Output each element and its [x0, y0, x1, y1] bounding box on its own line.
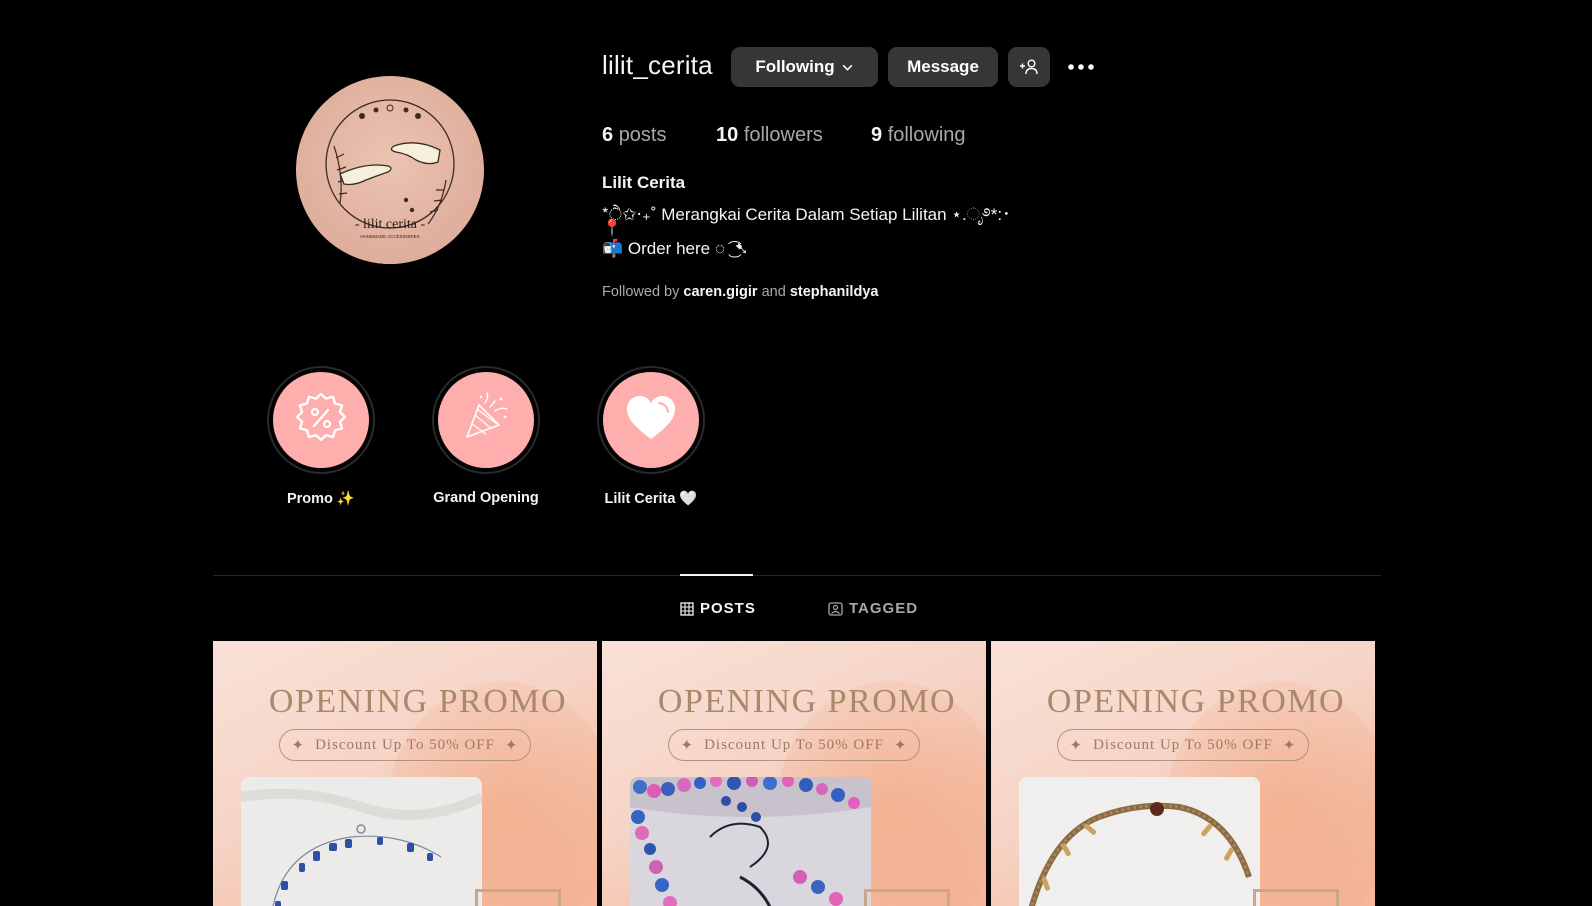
- followers-link[interactable]: 10 followers: [716, 124, 871, 147]
- bio-line: 📍: [602, 220, 622, 237]
- suggested-users-button[interactable]: [1008, 47, 1050, 87]
- profile-stats: 6 posts 10 followers 9 following: [602, 124, 966, 147]
- tab-tagged[interactable]: TAGGED: [828, 600, 918, 617]
- post-decoration: [475, 889, 561, 906]
- sparkle-icon: ✦: [504, 737, 519, 754]
- tabs-divider: [213, 575, 1381, 576]
- highlight-label: Promo ✨: [286, 491, 355, 507]
- svg-text:- lilit cerita -: - lilit cerita -: [355, 217, 426, 232]
- highlight-label: Lilit Cerita 🤍: [604, 491, 698, 507]
- posts-count: 6 posts: [602, 124, 667, 146]
- post-decoration: [864, 889, 950, 906]
- post-tile[interactable]: OPENING PROMO ✦ Discount Up To 50% OFF ✦: [602, 641, 986, 906]
- following-button[interactable]: Following: [731, 47, 878, 87]
- post-subtitle: ✦ Discount Up To 50% OFF ✦: [279, 729, 531, 761]
- profile-username: lilit_cerita: [602, 50, 713, 80]
- post-title: OPENING PROMO: [657, 683, 957, 720]
- post-decoration: [1253, 889, 1339, 906]
- post-title: OPENING PROMO: [1046, 683, 1346, 720]
- profile-full-name: Lilit Cerita: [602, 173, 686, 192]
- tab-label: POSTS: [700, 600, 756, 617]
- followed-by-user-link[interactable]: stephanildya: [790, 284, 879, 300]
- highlight-promo[interactable]: Promo ✨: [266, 366, 376, 507]
- followed-by: Followed by caren.gigir and stephanildya: [602, 284, 879, 300]
- highlight-grand-opening[interactable]: Grand Opening: [431, 366, 541, 506]
- post-subtitle: ✦ Discount Up To 50% OFF ✦: [668, 729, 920, 761]
- bio-line: 📬 Order here ◌ ͜͡ ➷: [602, 239, 749, 258]
- post-title: OPENING PROMO: [268, 683, 568, 720]
- add-user-icon: [1019, 58, 1039, 76]
- svg-text:HANDMADE ACCESSORIES: HANDMADE ACCESSORIES: [360, 234, 419, 239]
- active-tab-indicator: [680, 574, 753, 576]
- heart-icon: [625, 395, 677, 446]
- tab-label: TAGGED: [849, 600, 919, 617]
- sparkle-icon: ✦: [1282, 737, 1297, 754]
- chevron-down-icon: [841, 61, 854, 74]
- percent-badge-icon: [295, 392, 347, 448]
- following-button-label: Following: [755, 57, 835, 76]
- sparkle-icon: ✦: [680, 737, 695, 754]
- post-image: [1019, 777, 1260, 906]
- post-subtitle: ✦ Discount Up To 50% OFF ✦: [1057, 729, 1309, 761]
- profile-avatar[interactable]: - lilit cerita - HANDMADE ACCESSORIES: [296, 76, 484, 264]
- highlight-label: Grand Opening: [433, 490, 539, 506]
- grid-icon: [680, 601, 694, 616]
- party-popper-icon: [459, 391, 513, 450]
- tagged-icon: [828, 601, 843, 616]
- post-image: [241, 777, 482, 906]
- following-link[interactable]: 9 following: [871, 124, 966, 147]
- sparkle-icon: ✦: [893, 737, 908, 754]
- highlight-lilit-cerita[interactable]: Lilit Cerita 🤍: [596, 366, 706, 507]
- tab-posts[interactable]: POSTS: [680, 600, 756, 617]
- more-options-icon[interactable]: [1064, 50, 1098, 84]
- sparkle-icon: ✦: [291, 737, 306, 754]
- sparkle-icon: ✦: [1069, 737, 1084, 754]
- message-button[interactable]: Message: [888, 47, 998, 87]
- post-tile[interactable]: OPENING PROMO ✦ Discount Up To 50% OFF ✦: [213, 641, 597, 906]
- followed-by-user-link[interactable]: caren.gigir: [683, 284, 757, 300]
- bio-line: *ੈ✩‧₊˚ Merangkai Cerita Dalam Setiap Lil…: [602, 205, 1011, 224]
- post-tile[interactable]: OPENING PROMO ✦ Discount Up To 50% OFF ✦: [991, 641, 1375, 906]
- post-image: [630, 777, 871, 906]
